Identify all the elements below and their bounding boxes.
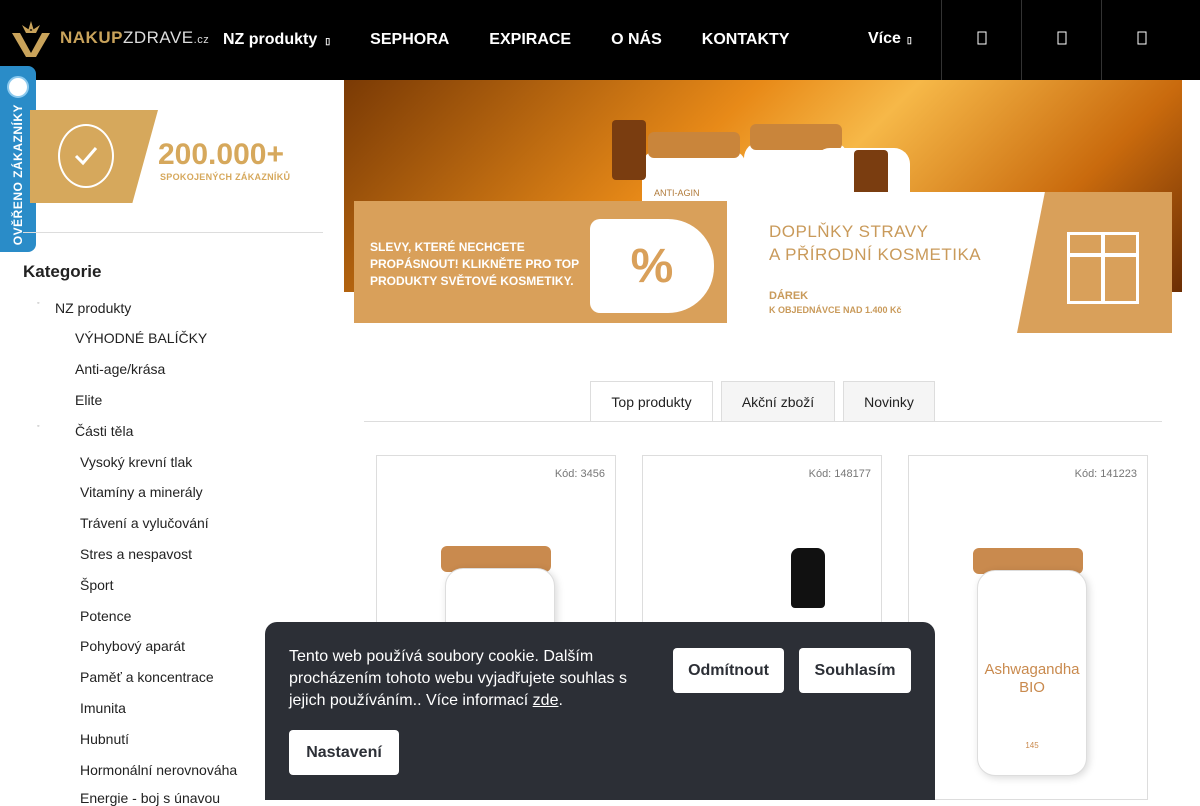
- product-card[interactable]: Kód: 141223 Ashwagandha BIO 145: [908, 455, 1148, 800]
- category-hubnuti[interactable]: Hubnutí: [80, 731, 129, 747]
- logo-text-tld: .cz: [193, 34, 210, 46]
- hero-bottle-cap: [648, 132, 740, 158]
- discount-tag-label: %: [630, 239, 674, 293]
- category-stres[interactable]: Stres a nespavost: [80, 546, 192, 562]
- gift-panel: [1017, 192, 1172, 333]
- dropper-bottle: [612, 120, 646, 180]
- categories-title: Kategorie: [23, 262, 102, 281]
- hero-bottle-cap: [750, 124, 842, 150]
- cookie-consent-banner: Tento web používá soubory cookie. Dalším…: [265, 622, 935, 800]
- promo-gift-title-line1: DOPLŇKY STRAVY: [769, 222, 929, 241]
- cookie-message: Tento web používá soubory cookie. Dalším…: [289, 648, 627, 709]
- cart-icon: [1135, 31, 1149, 50]
- hero-bottle-label: ANTI-AGIN: [654, 188, 700, 198]
- customers-banner[interactable]: 200.000+ SPOKOJENÝCH ZÁKAZNÍKŮ: [30, 110, 320, 203]
- tabs-baseline: [364, 421, 1162, 422]
- nav-label: SEPHORA: [370, 31, 450, 48]
- top-navigation-bar: NAKUPZDRAVE.cz NZ produkty ▯ SEPHORA EXPI…: [0, 0, 1200, 80]
- category-anti-age[interactable]: Anti-age/krása: [75, 361, 165, 377]
- logo-text-bold: NAKUP: [60, 28, 123, 47]
- category-pohybovy-aparat[interactable]: Pohybový aparát: [80, 638, 185, 654]
- nav-item-kontakty[interactable]: KONTAKTY: [702, 31, 790, 49]
- chevron-down-icon: ▯: [906, 35, 912, 45]
- gift-icon: [1067, 232, 1139, 304]
- dropper-bottle-image: [791, 548, 825, 608]
- category-energie[interactable]: Energie - boj s únavou: [80, 790, 220, 806]
- cookie-text: Tento web používá soubory cookie. Dalším…: [289, 646, 639, 712]
- nav-item-o-nas[interactable]: O NÁS: [611, 31, 662, 49]
- nav-more-label: Více: [868, 30, 901, 47]
- site-logo[interactable]: NAKUPZDRAVE.cz: [8, 16, 209, 60]
- cart-button[interactable]: [1101, 0, 1181, 80]
- checkmark-badge-icon: [58, 124, 114, 188]
- jar-count: 145: [1025, 741, 1039, 750]
- expand-bullet-icon[interactable]: ◦: [37, 300, 39, 307]
- category-sport[interactable]: Šport: [80, 577, 113, 593]
- discount-tag-icon: %: [590, 219, 714, 313]
- promo-sale-text: SLEVY, KTERÉ NECHCETE PROPÁSNOUT! KLIKNĚ…: [370, 240, 579, 288]
- customers-count: 200.000+: [158, 138, 284, 171]
- product-jar-image: Ashwagandha BIO 145: [977, 570, 1087, 776]
- promo-sale-banner[interactable]: SLEVY, KTERÉ NECHCETE PROPÁSNOUT! KLIKNĚ…: [354, 201, 727, 323]
- customers-subtitle: SPOKOJENÝCH ZÁKAZNÍKŮ: [160, 172, 291, 182]
- cookie-settings-button[interactable]: Nastavení: [289, 730, 399, 775]
- promo-gift-label: DÁREK: [769, 290, 809, 302]
- tab-akcni-zbozi[interactable]: Akční zboží: [721, 381, 835, 422]
- chevron-down-icon: ▯: [325, 36, 331, 46]
- promo-gift-title: DOPLŇKY STRAVY A PŘÍRODNÍ KOSMETIKA: [769, 220, 981, 266]
- product-code: Kód: 3456: [554, 468, 605, 480]
- product-code: Kód: 141223: [1074, 468, 1137, 480]
- sidebar-divider: [23, 232, 323, 233]
- category-pamet[interactable]: Paměť a koncentrace: [80, 669, 214, 685]
- cookie-more-info-link[interactable]: zde: [533, 692, 559, 709]
- user-icon: [1055, 31, 1069, 50]
- nav-item-sephora[interactable]: SEPHORA: [370, 31, 449, 49]
- category-potence[interactable]: Potence: [80, 608, 131, 624]
- expand-bullet-icon[interactable]: ◦: [37, 423, 39, 430]
- login-button[interactable]: [1021, 0, 1101, 80]
- promo-gift-banner[interactable]: DOPLŇKY STRAVY A PŘÍRODNÍ KOSMETIKA DÁRE…: [747, 192, 1172, 333]
- cookie-accept-button[interactable]: Souhlasím: [799, 648, 911, 693]
- nav-label: NZ produkty: [223, 31, 318, 48]
- promo-gift-threshold: K OBJEDNÁVCE NAD 1.400 Kč: [769, 305, 902, 315]
- nav-item-expirace[interactable]: EXPIRACE: [489, 31, 571, 49]
- logo-text-thin: ZDRAVE: [122, 28, 194, 47]
- category-nz-produkty[interactable]: NZ produkty: [55, 300, 131, 316]
- main-nav: NZ produkty ▯ SEPHORA EXPIRACE O NÁS KONT…: [223, 0, 829, 80]
- tab-novinky[interactable]: Novinky: [843, 381, 935, 422]
- verified-seal-icon: [7, 76, 29, 98]
- promo-gift-title-line2: A PŘÍRODNÍ KOSMETIKA: [769, 245, 982, 264]
- category-imunita[interactable]: Imunita: [80, 700, 126, 716]
- verified-label: OVĚŘENO ZÁKAZNÍKY: [11, 104, 25, 246]
- search-button[interactable]: [941, 0, 1021, 80]
- search-icon: [975, 31, 989, 50]
- category-casti-tela[interactable]: Části těla: [75, 423, 133, 439]
- category-hormonalni[interactable]: Hormonální nerovnováha: [80, 762, 237, 778]
- nav-label: KONTAKTY: [701, 31, 790, 48]
- award-ribbon-icon: [30, 110, 158, 203]
- product-code: Kód: 148177: [808, 468, 871, 480]
- nav-item-nz-produkty[interactable]: NZ produkty ▯: [223, 31, 330, 49]
- category-vysoky-krevni-tlak[interactable]: Vysoký krevní tlak: [80, 454, 192, 470]
- category-vyhodne-balicky[interactable]: VÝHODNÉ BALÍČKY: [75, 330, 207, 346]
- nav-more[interactable]: Více ▯: [868, 30, 912, 48]
- jar-label: BIO: [1019, 679, 1045, 696]
- nav-label: EXPIRACE: [489, 31, 572, 48]
- cookie-message-end: .: [558, 692, 563, 709]
- category-elite[interactable]: Elite: [75, 392, 102, 408]
- cookie-decline-button[interactable]: Odmítnout: [673, 648, 784, 693]
- logo-text: NAKUPZDRAVE.cz: [60, 28, 209, 48]
- category-traveni[interactable]: Trávení a vylučování: [80, 515, 209, 531]
- category-vitaminy[interactable]: Vitamíny a minerály: [80, 484, 203, 500]
- tab-top-produkty[interactable]: Top produkty: [590, 381, 713, 422]
- logo-mark-icon: [8, 17, 54, 59]
- jar-label: Ashwagandha: [984, 661, 1080, 678]
- nav-label: O NÁS: [611, 31, 662, 48]
